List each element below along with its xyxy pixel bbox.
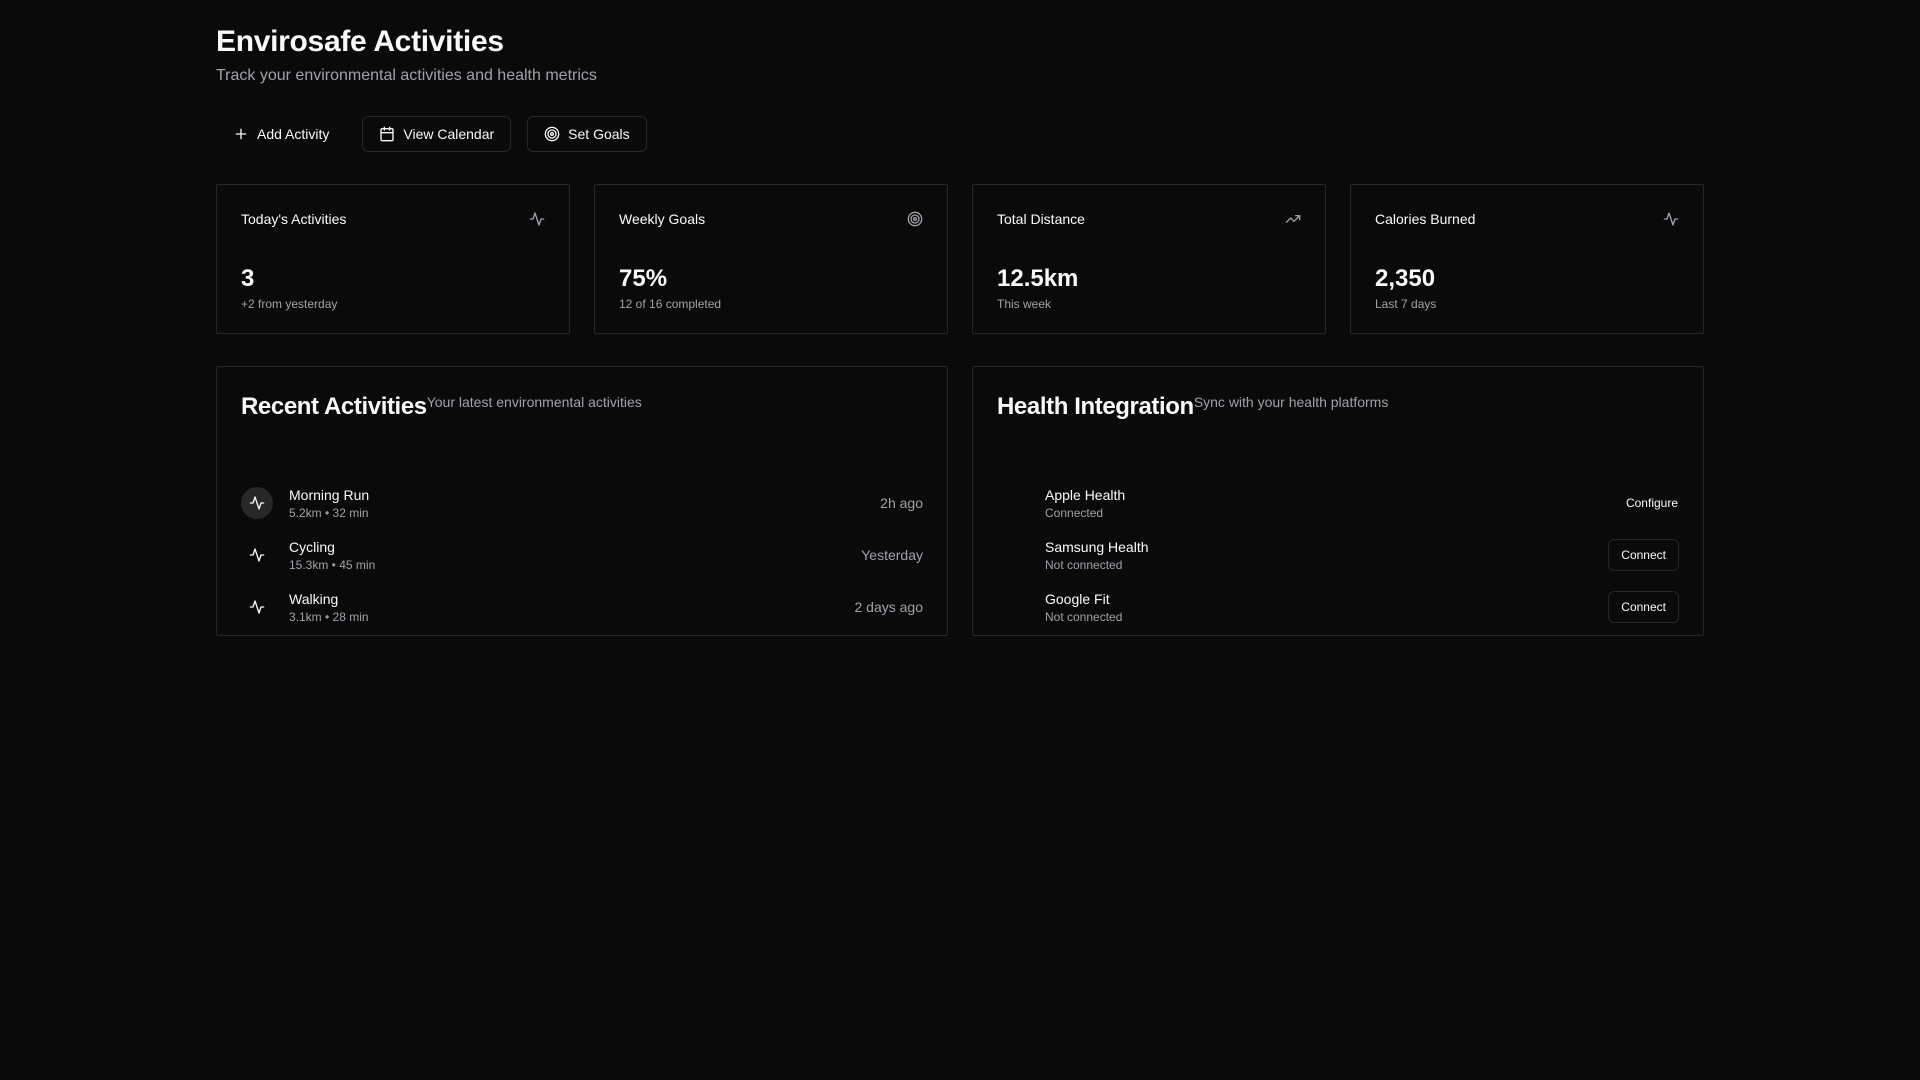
list-item[interactable]: Morning Run 5.2km • 32 min 2h ago (241, 477, 923, 529)
list-item: Samsung Health Not connected Connect (997, 529, 1679, 581)
configure-button[interactable]: Configure (1625, 487, 1679, 519)
target-icon (544, 126, 560, 142)
set-goals-label: Set Goals (568, 126, 630, 142)
page-subtitle: Track your environmental activities and … (216, 67, 597, 84)
activity-name: Cycling (289, 538, 335, 555)
activity-list: Morning Run 5.2km • 32 min 2h ago Cyclin… (241, 477, 923, 633)
integration-list: Apple Health Connected Configure Samsung… (997, 477, 1679, 633)
panel-title: Health Integration (997, 393, 1194, 420)
platform-logo (997, 539, 1029, 571)
stat-value: 2,350 (1375, 265, 1436, 292)
activity-time: 2h ago (880, 495, 923, 511)
activity-icon (249, 600, 265, 614)
stats-grid: Today's Activities 3 +2 from yesterday W… (216, 184, 1704, 334)
view-calendar-label: View Calendar (403, 126, 495, 142)
connect-button[interactable]: Connect (1608, 591, 1679, 623)
panel-description: Your latest environmental activities (426, 394, 642, 410)
target-icon (907, 211, 923, 227)
connect-button[interactable]: Connect (1608, 539, 1679, 571)
list-item: Google Fit Not connected Connect (997, 581, 1679, 633)
add-activity-label: Add Activity (257, 126, 330, 142)
stat-card-weekly-goals: Weekly Goals 75% 12 of 16 completed (594, 184, 948, 334)
recent-activities-panel: Recent Activities Your latest environmen… (216, 366, 948, 636)
calendar-icon (380, 126, 395, 142)
stat-card-total-distance: Total Distance 12.5km This week (972, 184, 1326, 334)
activity-detail: 5.2km • 32 min (289, 505, 369, 520)
platform-status: Not connected (1045, 609, 1123, 624)
activity-time: 2 days ago (854, 599, 924, 615)
stat-label: Calories Burned (1375, 211, 1476, 227)
activity-icon (249, 548, 265, 562)
stat-card-today-activities: Today's Activities 3 +2 from yesterday (216, 184, 570, 334)
platform-status: Connected (1045, 505, 1104, 520)
stat-value: 3 (241, 265, 255, 292)
stat-note: This week (997, 297, 1052, 311)
activity-detail: 3.1km • 28 min (289, 609, 369, 624)
stat-note: 12 of 16 completed (619, 297, 722, 311)
list-item[interactable]: Cycling 15.3km • 45 min Yesterday (241, 529, 923, 581)
platform-name: Google Fit (1045, 590, 1110, 607)
stat-label: Today's Activities (241, 211, 347, 227)
stat-label: Total Distance (997, 211, 1085, 227)
list-item[interactable]: Walking 3.1km • 28 min 2 days ago (241, 581, 923, 633)
panels: Recent Activities Your latest environmen… (216, 366, 1704, 636)
page-title: Envirosafe Activities (216, 25, 504, 58)
platform-logo (997, 591, 1029, 623)
activity-avatar (241, 539, 273, 571)
platform-name: Apple Health (1045, 486, 1126, 503)
set-goals-button[interactable]: Set Goals (527, 116, 647, 152)
activity-icon (1663, 212, 1679, 226)
dashboard: Envirosafe Activities Track your environ… (216, 24, 1704, 636)
stat-value: 75% (619, 265, 668, 292)
view-calendar-button[interactable]: View Calendar (362, 116, 512, 152)
panel-title: Recent Activities (241, 393, 427, 420)
stat-note: Last 7 days (1375, 297, 1437, 311)
activity-icon (249, 496, 265, 510)
activity-avatar (241, 487, 273, 519)
stat-note: +2 from yesterday (241, 297, 338, 311)
panel-description: Sync with your health platforms (1193, 394, 1389, 410)
stat-card-calories-burned: Calories Burned 2,350 Last 7 days (1350, 184, 1704, 334)
activity-detail: 15.3km • 45 min (289, 557, 376, 572)
plus-icon (235, 128, 247, 140)
activity-name: Morning Run (289, 486, 370, 503)
action-bar: Add Activity View Calendar Set Goals (216, 116, 1704, 152)
trending-up-icon (1285, 215, 1301, 223)
platform-logo (997, 487, 1029, 519)
activity-name: Walking (289, 590, 339, 607)
stat-value: 12.5km (997, 265, 1079, 292)
list-item: Apple Health Connected Configure (997, 477, 1679, 529)
add-activity-button[interactable]: Add Activity (216, 116, 346, 152)
stat-label: Weekly Goals (619, 211, 706, 227)
activity-avatar (241, 591, 273, 623)
platform-status: Not connected (1045, 557, 1123, 572)
platform-name: Samsung Health (1045, 538, 1149, 555)
activity-time: Yesterday (861, 547, 923, 563)
health-integration-panel: Health Integration Sync with your health… (972, 366, 1704, 636)
activity-icon (529, 212, 545, 226)
